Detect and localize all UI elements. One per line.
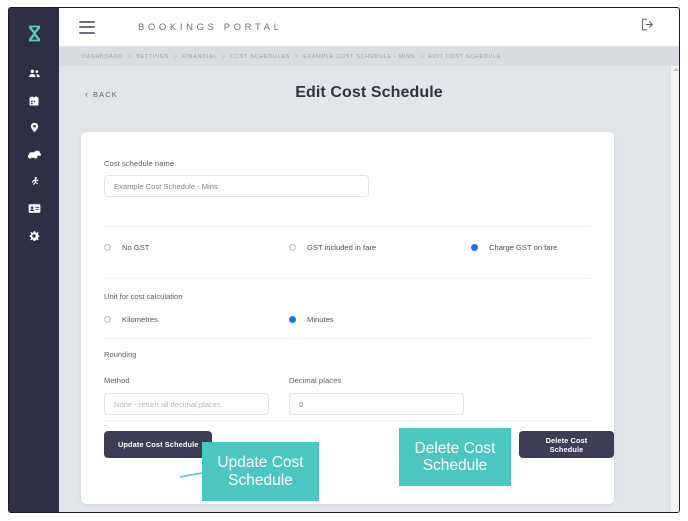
breadcrumb-separator: > [295,53,299,60]
vertical-scrollbar[interactable] [670,66,679,512]
hamburger-line [79,31,95,34]
decimal-places-input[interactable]: 0 [289,393,464,415]
car-icon [27,149,41,160]
app-logo-icon[interactable] [22,21,47,46]
unit-label: Unit for cost calculation [104,292,183,301]
rounding-method-select[interactable]: None - return all decimal places. [104,393,269,415]
breadcrumb-item-dashboard[interactable]: DASHBOARD [82,54,123,60]
sidebar-item-calendar[interactable] [9,87,59,114]
page-title: Edit Cost Schedule [295,84,443,101]
unit-group: Unit for cost calculation Kilometres Min… [104,292,591,324]
update-cost-schedule-button[interactable]: Update Cost Schedule [104,431,213,458]
main-content: ‹ BACK Edit Cost Schedule Cost schedule … [59,66,679,512]
logout-icon [640,17,655,37]
screenshot-root: BOOKINGS PORTAL DASHBOARD > SETTINGS > F… [0,0,688,521]
sidebar-nav [9,8,59,512]
sidebar-item-people[interactable] [9,60,59,87]
gst-option-included-in-fare[interactable]: GST included in fare [289,243,471,252]
gst-option-label: No GST [122,243,150,252]
scroll-up-arrow-icon[interactable] [673,68,679,71]
rounding-method-label: Method [104,376,130,385]
decimal-places-group: Decimal places 0 [289,376,464,415]
sidebar-item-locations[interactable] [9,114,59,141]
breadcrumb-separator: > [174,53,178,60]
breadcrumb-separator: > [420,53,424,60]
breadcrumb-item-cost-schedules[interactable]: COST SCHEDULES [230,54,290,60]
unit-option-minutes[interactable]: Minutes [289,315,334,324]
unit-option-label: Kilometres [122,315,158,324]
page-header: ‹ BACK Edit Cost Schedule [59,66,679,123]
runner-icon [29,175,40,188]
radio-icon-selected [471,244,478,251]
sidebar-item-activity[interactable] [9,168,59,195]
divider [104,420,591,421]
radio-icon-selected [289,316,296,323]
breadcrumb-separator: > [222,53,226,60]
gst-option-no-gst[interactable]: No GST [104,243,289,252]
decimal-places-label: Decimal places [289,376,342,385]
gst-option-charge-on-fare[interactable]: Charge GST on fare [471,243,557,252]
divider [104,278,591,279]
breadcrumb: DASHBOARD > SETTINGS > FINANCIAL > COST … [82,54,501,60]
hamburger-line [79,26,95,28]
radio-icon [104,244,111,251]
divider [104,338,591,339]
sidebar-item-vehicles[interactable] [9,141,59,168]
unit-option-group: Kilometres Minutes [104,315,591,324]
rounding-label: Rounding [104,350,137,359]
annotation-label-delete: Delete Cost Schedule [399,428,511,486]
gst-option-label: GST included in fare [307,243,377,252]
logout-button[interactable] [640,17,655,37]
brand-title: BOOKINGS PORTAL [138,21,283,33]
radio-icon [104,316,111,323]
people-icon [28,67,41,80]
breadcrumb-item-example-cost-schedule[interactable]: EXAMPLE COST SCHEDULE - MINS [303,54,415,60]
annotation-label-update: Update Cost Schedule [202,442,319,501]
breadcrumb-item-settings[interactable]: SETTINGS [136,54,169,60]
radio-icon [289,244,296,251]
id-card-icon [28,203,41,214]
rounding-method-group: Method None - return all decimal places. [104,376,289,415]
location-pin-icon [29,121,40,134]
unit-option-kilometres[interactable]: Kilometres [104,315,289,324]
hamburger-icon[interactable] [79,20,95,34]
top-bar: BOOKINGS PORTAL [59,8,679,47]
breadcrumb-bar: DASHBOARD > SETTINGS > FINANCIAL > COST … [59,47,679,66]
gst-option-label: Charge GST on fare [489,243,558,252]
unit-option-label: Minutes [307,315,334,324]
rounding-group: Rounding Method None - return all decima… [104,350,464,415]
hamburger-line [79,20,95,23]
delete-cost-schedule-button[interactable]: Delete Cost Schedule [519,431,614,458]
sidebar-items [9,60,59,249]
calendar-icon [28,95,40,107]
sidebar-item-settings[interactable] [9,222,59,249]
rounding-fields: Method None - return all decimal places.… [104,376,464,415]
cost-schedule-form-card: Cost schedule name Example Cost Schedule… [81,132,614,504]
gst-option-group: No GST GST included in fare Charge GST o… [104,243,591,252]
browser-frame: BOOKINGS PORTAL DASHBOARD > SETTINGS > F… [8,7,680,513]
breadcrumb-separator: > [127,53,132,60]
cost-schedule-name-group: Cost schedule name Example Cost Schedule… [104,159,369,197]
divider [104,226,591,227]
breadcrumb-item-financial[interactable]: FINANCIAL [182,54,217,60]
cost-schedule-name-input[interactable]: Example Cost Schedule - Mins [104,175,369,197]
gear-icon [28,230,40,242]
breadcrumb-item-edit-cost-schedule: EDIT COST SCHEDULE [428,53,502,60]
sidebar-item-accounts[interactable] [9,195,59,222]
cost-schedule-name-label: Cost schedule name [104,159,175,168]
